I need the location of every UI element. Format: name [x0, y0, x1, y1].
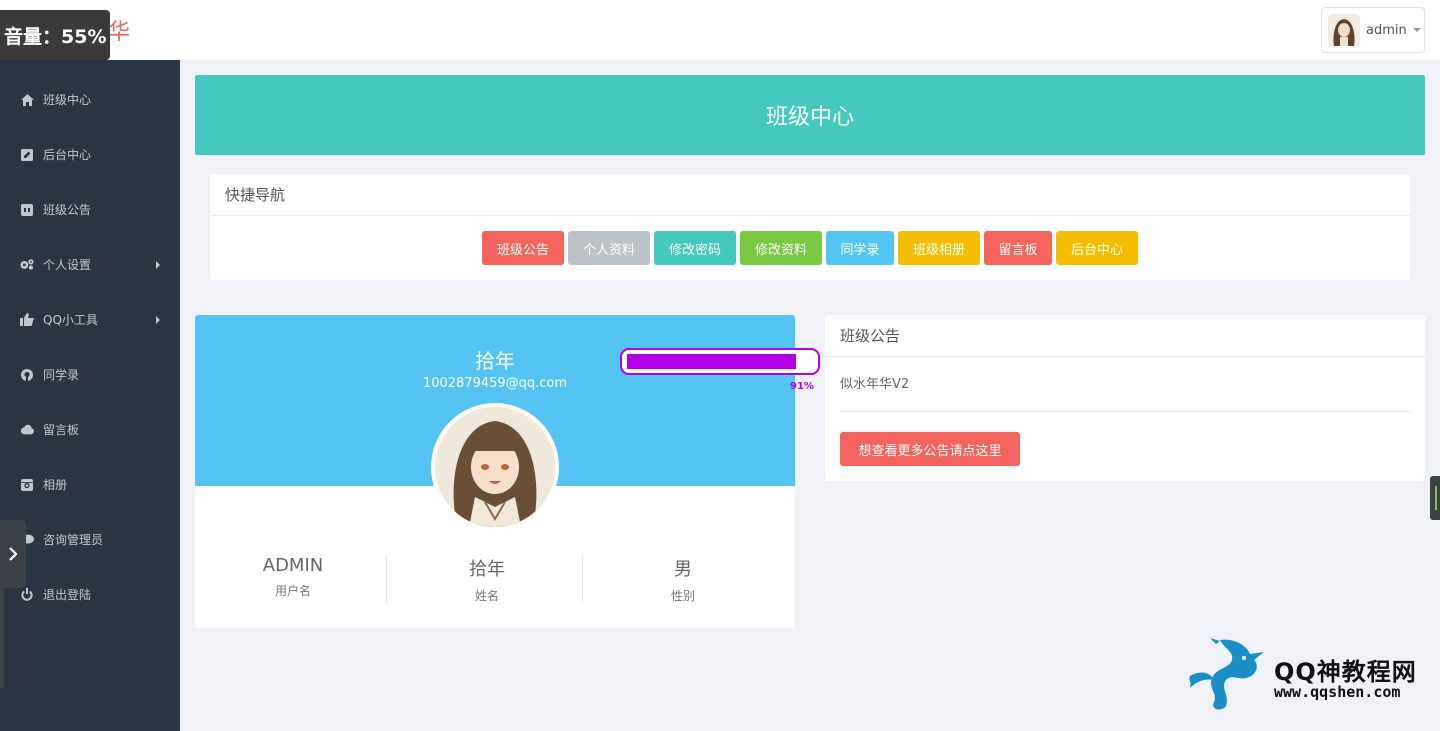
sidebar-item-classmates[interactable]: 同学录	[0, 347, 180, 402]
sidebar-item-personal-settings[interactable]: 个人设置	[0, 237, 180, 292]
sidebar-item-label: 班级公告	[43, 203, 92, 217]
notice-content: 似水年华V2	[840, 377, 910, 392]
watermark-logo: QQ神教程网 www.qqshen.com	[1180, 636, 1430, 714]
sidebar-item-label: 班级中心	[43, 93, 92, 107]
progress-bar	[620, 348, 820, 375]
quick-nav-title: 快捷导航	[210, 174, 1410, 216]
progress-fill	[627, 354, 797, 369]
sidebar-item-album[interactable]: 相册	[0, 457, 180, 512]
sidebar: 班级中心 后台中心 班级公告 个人设置 QQ小工具 同学录 留言板 相册 咨询管…	[0, 60, 180, 731]
sidebar-item-label: 相册	[43, 478, 68, 492]
user-name: admin	[1366, 22, 1407, 38]
sidebar-item-message-board[interactable]: 留言板	[0, 402, 180, 457]
sidebar-item-admin-center[interactable]: 后台中心	[0, 127, 180, 182]
notice-title: 班级公告	[825, 315, 1425, 357]
sidebar-item-label: 咨询管理员	[43, 533, 104, 547]
quick-nav-button-change-password[interactable]: 修改密码	[654, 231, 736, 265]
home-icon	[20, 93, 34, 107]
gamepad-icon	[20, 203, 34, 217]
user-menu-button[interactable]: admin	[1321, 7, 1425, 53]
power-icon	[20, 588, 34, 602]
quick-nav-button-message-board[interactable]: 留言板	[984, 231, 1052, 265]
chevron-down-icon	[1412, 28, 1421, 32]
sidebar-item-qq-tools[interactable]: QQ小工具	[0, 292, 180, 347]
stat-value: 男	[674, 559, 692, 580]
user-avatar	[1328, 14, 1360, 46]
watermark-url: www.qqshen.com	[1274, 683, 1401, 701]
stat-divider	[386, 555, 387, 603]
quick-nav-button-class-album[interactable]: 班级相册	[898, 231, 980, 265]
stat-username: ADMIN 用户名	[195, 555, 391, 603]
sidebar-edge-strip	[0, 588, 4, 688]
profile-email: 1002879459@qq.com	[422, 376, 568, 391]
stat-value: ADMIN	[262, 555, 324, 576]
sidebar-item-contact-admin[interactable]: 咨询管理员	[0, 512, 180, 567]
sidebar-item-label: 后台中心	[43, 148, 92, 162]
more-notices-button[interactable]: 想查看更多公告请点这里	[840, 432, 1020, 466]
sidebar-toggle-button[interactable]	[0, 520, 26, 588]
chevron-right-icon	[156, 261, 160, 269]
sidebar-item-label: QQ小工具	[43, 313, 98, 327]
quick-nav-button-class-notice[interactable]: 班级公告	[482, 231, 564, 265]
quick-nav-button-edit-info[interactable]: 修改资料	[740, 231, 822, 265]
page-title: 班级中心	[765, 105, 854, 130]
sidebar-item-label: 同学录	[43, 368, 80, 382]
top-bar: 华 admin	[0, 0, 1440, 60]
chevron-right-icon	[9, 547, 18, 561]
profile-avatar[interactable]	[431, 403, 559, 531]
stat-gender: 男 性别	[585, 555, 781, 603]
sidebar-item-label: 退出登陆	[43, 588, 92, 602]
gears-icon	[20, 258, 34, 272]
sidebar-item-logout[interactable]: 退出登陆	[0, 567, 180, 622]
chevron-right-icon	[156, 316, 160, 324]
progress-percent: 91%	[790, 381, 814, 392]
sidebar-item-label: 留言板	[43, 423, 80, 437]
quick-nav-buttons: 班级公告 个人资料 修改密码 修改资料 同学录 班级相册 留言板 后台中心	[210, 231, 1410, 265]
cloud-icon	[20, 423, 34, 437]
stat-value: 拾年	[469, 559, 505, 580]
divider	[840, 411, 1410, 412]
stat-label: 姓名	[474, 589, 499, 603]
avatar-image	[435, 407, 555, 527]
stat-label: 用户名	[274, 584, 311, 598]
volume-overlay: 音量：55%	[0, 10, 110, 60]
sidebar-item-class-center[interactable]: 班级中心	[0, 72, 180, 127]
stat-realname: 拾年 姓名	[389, 555, 585, 603]
quick-nav-button-admin-center[interactable]: 后台中心	[1056, 231, 1138, 265]
edit-square-icon	[20, 148, 34, 162]
sidebar-item-class-notice[interactable]: 班级公告	[0, 182, 180, 237]
page-title-banner: 班级中心	[195, 75, 1425, 155]
dragon-logo-icon	[1189, 638, 1264, 710]
sidebar-item-label: 个人设置	[43, 258, 92, 272]
quick-nav-button-profile[interactable]: 个人资料	[568, 231, 650, 265]
brand-title[interactable]: 华	[108, 14, 130, 46]
stat-label: 性别	[670, 589, 695, 603]
quick-nav-button-classmates[interactable]: 同学录	[826, 231, 894, 265]
thumbs-up-icon	[20, 313, 34, 327]
side-panel-handle[interactable]	[1430, 476, 1440, 520]
instagram-icon	[20, 478, 34, 492]
notice-card: 班级公告 似水年华V2 想查看更多公告请点这里	[825, 315, 1425, 481]
stat-divider	[582, 555, 583, 603]
quick-nav-panel: 快捷导航 班级公告 个人资料 修改密码 修改资料 同学录 班级相册 留言板 后台…	[210, 174, 1410, 280]
watermark-name: QQ神教程网	[1274, 658, 1417, 686]
github-icon	[20, 368, 34, 382]
